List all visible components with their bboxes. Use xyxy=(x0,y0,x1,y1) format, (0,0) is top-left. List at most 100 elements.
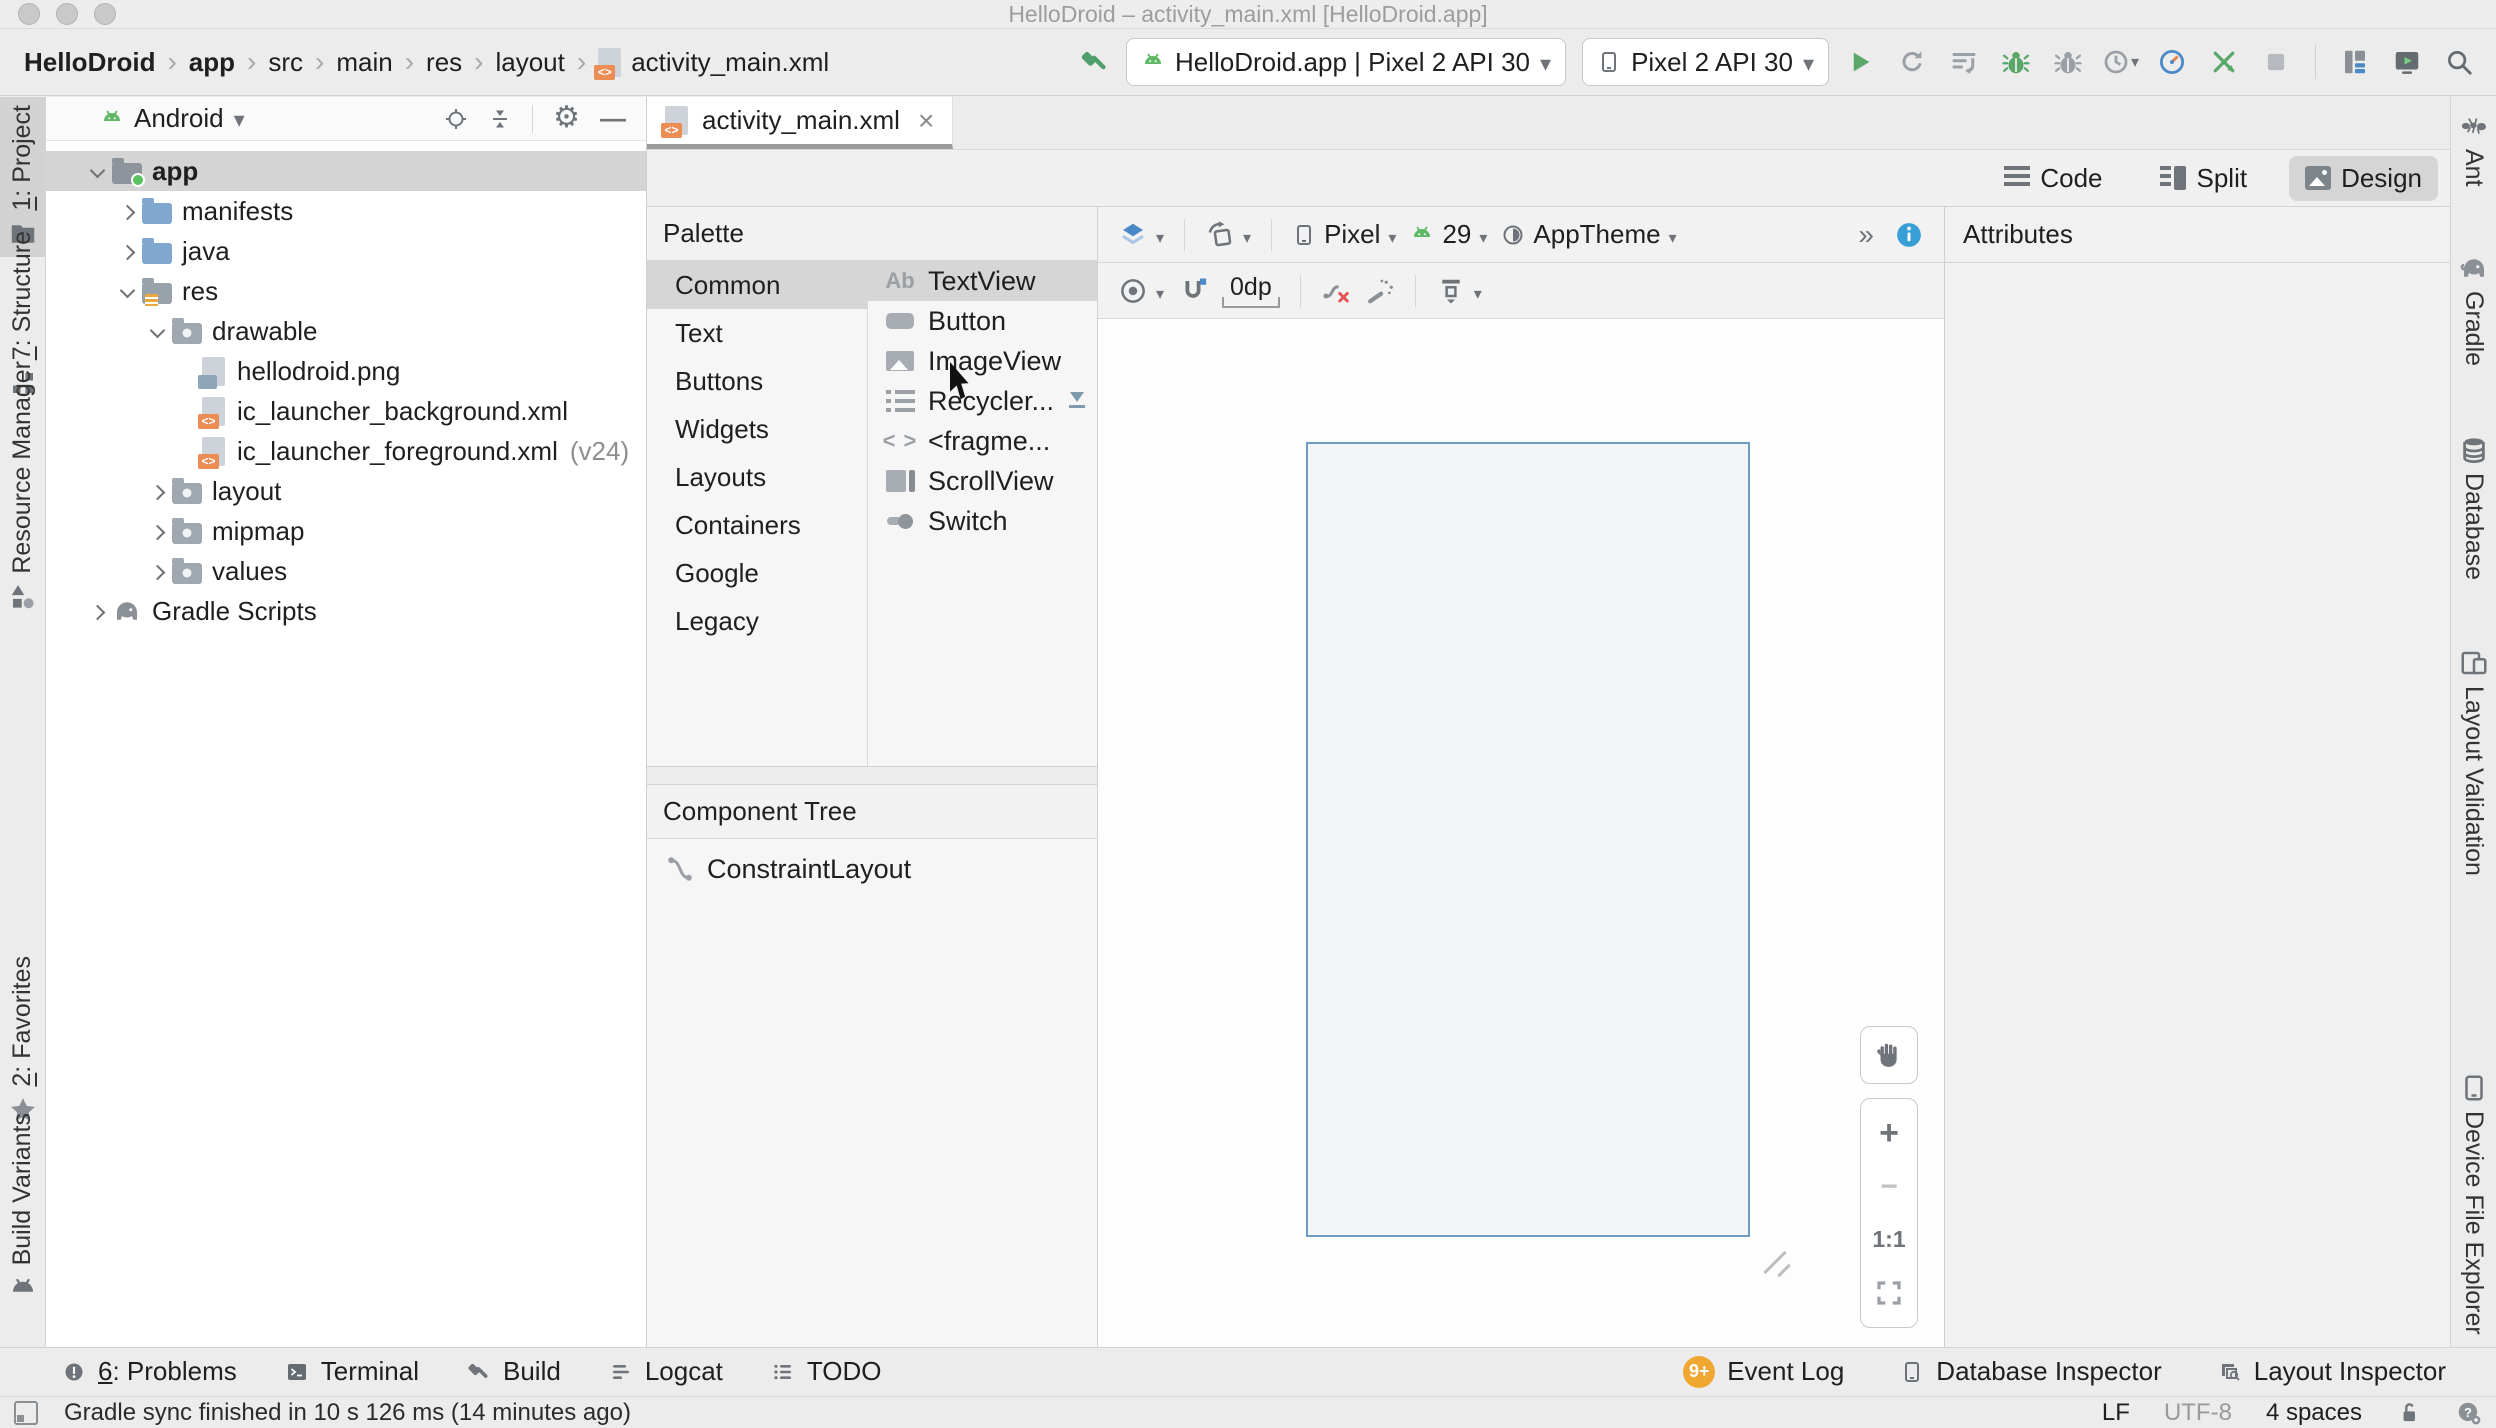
profiler-button[interactable] xyxy=(2149,41,2195,83)
palette-category[interactable]: Legacy xyxy=(647,597,867,645)
toolwindow-button-database[interactable]: Database xyxy=(2451,427,2496,588)
build-project-button[interactable] xyxy=(1072,41,1118,83)
breadcrumb-item[interactable]: layout xyxy=(495,47,564,78)
tree-row[interactable]: java xyxy=(46,231,646,271)
apply-changes-button[interactable] xyxy=(1889,41,1935,83)
breadcrumb-item[interactable]: activity_main.xml xyxy=(594,47,829,80)
indent-indicator[interactable]: 4 spaces xyxy=(2266,1399,2362,1427)
palette-component[interactable]: TextView xyxy=(868,261,1097,301)
line-ending-indicator[interactable]: LF xyxy=(2102,1399,2130,1427)
overflow-chevron-icon[interactable] xyxy=(1858,219,1874,251)
run-button[interactable] xyxy=(1837,41,1883,83)
tree-row[interactable]: res xyxy=(46,271,646,311)
tree-row[interactable]: hellodroid.png xyxy=(46,351,646,391)
palette-component[interactable]: Button xyxy=(868,301,1097,341)
profile-button[interactable] xyxy=(2097,41,2143,83)
editor-tab[interactable]: activity_main.xml xyxy=(647,97,954,149)
search-everywhere-button[interactable] xyxy=(2436,41,2482,83)
breadcrumb-item[interactable]: HelloDroid xyxy=(24,47,155,78)
palette-category[interactable]: Buttons xyxy=(647,357,867,405)
tree-chevron-icon[interactable] xyxy=(82,167,112,176)
toolwindow-button-database-inspector[interactable]: Database Inspector xyxy=(1900,1356,2162,1387)
toolwindow-button-layout-validation[interactable]: Layout Validation xyxy=(2451,640,2496,884)
tree-row[interactable]: manifests xyxy=(46,191,646,231)
zoom-actual-button[interactable]: 1:1 xyxy=(1869,1220,1909,1260)
device-type-selector[interactable]: Pixel xyxy=(1292,219,1396,250)
help-gear-icon[interactable]: ? xyxy=(2456,1400,2482,1426)
zoom-in-button[interactable] xyxy=(1869,1114,1909,1154)
zoom-fit-button[interactable] xyxy=(1869,1273,1909,1313)
clear-constraints-icon[interactable] xyxy=(1321,276,1351,306)
palette-category[interactable]: Text xyxy=(647,309,867,357)
chevron-down-icon[interactable] xyxy=(234,103,245,134)
theme-selector[interactable]: AppTheme xyxy=(1501,219,1676,250)
hide-panel-icon[interactable] xyxy=(600,103,626,134)
project-structure-button[interactable] xyxy=(2332,41,2378,83)
design-device-frame[interactable] xyxy=(1306,442,1750,1237)
breadcrumb-item[interactable]: src xyxy=(268,47,303,78)
attach-debugger-button[interactable] xyxy=(2045,41,2091,83)
panel-splitter[interactable] xyxy=(647,766,1097,785)
toolwindow-button-resource-manager[interactable]: Resource Manager xyxy=(0,353,45,620)
tree-row[interactable]: layout xyxy=(46,471,646,511)
palette-category[interactable]: Layouts xyxy=(647,453,867,501)
palette-component[interactable]: ScrollView xyxy=(868,461,1097,501)
palette-component[interactable]: ImageView xyxy=(868,341,1097,381)
run-configuration-select[interactable]: HelloDroid.app | Pixel 2 API 30 xyxy=(1125,38,1567,86)
palette-component[interactable]: Recycler... xyxy=(868,381,1097,421)
target-device-select[interactable]: Pixel 2 API 30 xyxy=(1582,38,1829,86)
tree-row[interactable]: values xyxy=(46,551,646,591)
pan-button[interactable] xyxy=(1860,1026,1918,1084)
palette-component[interactable]: <fragme... xyxy=(868,421,1097,461)
zoom-out-button[interactable] xyxy=(1869,1167,1909,1207)
tree-chevron-icon[interactable] xyxy=(112,205,142,218)
palette-category[interactable]: Widgets xyxy=(647,405,867,453)
toolwindow-button-ant[interactable]: Ant xyxy=(2451,103,2496,195)
apply-code-changes-button[interactable] xyxy=(1941,41,1987,83)
pack-button[interactable] xyxy=(1436,275,1482,306)
toolwindow-button-layout-inspector[interactable]: Layout Inspector xyxy=(2218,1356,2446,1387)
tree-chevron-icon[interactable] xyxy=(142,327,172,336)
tree-chevron-icon[interactable] xyxy=(142,485,172,498)
mode-split[interactable]: Split xyxy=(2144,156,2263,201)
project-view-selector[interactable]: Android xyxy=(134,103,224,134)
orientation-selector[interactable] xyxy=(1205,219,1251,250)
device-manager-button[interactable] xyxy=(2384,41,2430,83)
breadcrumb-item[interactable]: res xyxy=(426,47,462,78)
tree-row[interactable]: Gradle Scripts xyxy=(46,591,646,631)
component-tree-item[interactable]: ConstraintLayout xyxy=(647,847,1097,891)
collapse-all-icon[interactable] xyxy=(488,107,512,131)
toolwindow-toggle-icon[interactable] xyxy=(14,1400,38,1425)
mode-code[interactable]: Code xyxy=(1988,156,2118,201)
toolwindow-button-build[interactable]: Build xyxy=(467,1356,561,1387)
palette-category[interactable]: Common xyxy=(647,261,867,309)
breadcrumb-item[interactable]: app xyxy=(189,47,235,78)
tree-row[interactable]: app xyxy=(46,151,646,191)
gear-icon[interactable] xyxy=(553,103,580,134)
tree-chevron-icon[interactable] xyxy=(112,287,142,296)
locate-file-icon[interactable] xyxy=(444,107,468,131)
toolwindow-button-gradle[interactable]: Gradle xyxy=(2451,245,2496,374)
tree-row[interactable]: drawable xyxy=(46,311,646,351)
tree-row[interactable]: ic_launcher_foreground.xml (v24) xyxy=(46,431,646,471)
design-surface-selector[interactable] xyxy=(1118,219,1164,250)
tree-row[interactable]: ic_launcher_background.xml xyxy=(46,391,646,431)
default-margin-selector[interactable]: 0dp xyxy=(1222,273,1280,308)
tree-row[interactable]: mipmap xyxy=(46,511,646,551)
infer-constraints-icon[interactable] xyxy=(1365,276,1395,306)
toolwindow-button-build-variants[interactable]: Build Variants xyxy=(0,1105,45,1311)
tree-chevron-icon[interactable] xyxy=(82,605,112,618)
toolwindow-button-event-log[interactable]: 9+ Event Log xyxy=(1683,1355,1844,1388)
encoding-indicator[interactable]: UTF-8 xyxy=(2164,1399,2232,1427)
stop-button[interactable] xyxy=(2253,41,2299,83)
canvas-resize-handle[interactable] xyxy=(1758,1245,1798,1281)
info-icon[interactable] xyxy=(1894,220,1924,250)
toolwindow-button-device-file-explorer[interactable]: Device File Explorer xyxy=(2451,1065,2496,1343)
breadcrumb-item[interactable]: main xyxy=(336,47,392,78)
design-canvas[interactable]: 1:1 xyxy=(1098,319,1944,1347)
api-level-selector[interactable]: 29 xyxy=(1410,219,1487,250)
view-options-button[interactable] xyxy=(1118,275,1164,306)
restart-arrows-button[interactable] xyxy=(2201,41,2247,83)
palette-component[interactable]: Switch xyxy=(868,501,1097,541)
tree-chevron-icon[interactable] xyxy=(142,525,172,538)
